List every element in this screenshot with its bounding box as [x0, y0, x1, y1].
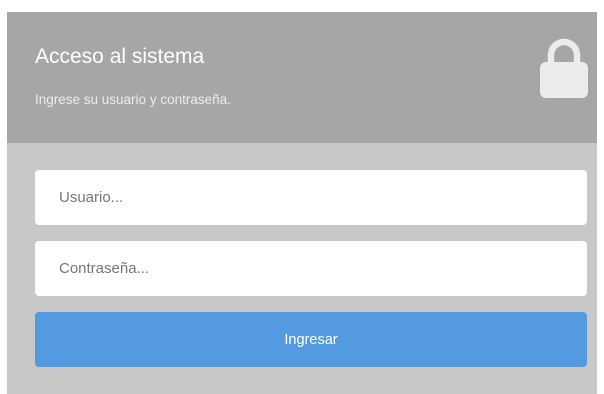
- lock-icon: [540, 38, 588, 98]
- login-subtitle: Ingrese su usuario y contraseña.: [35, 92, 231, 107]
- login-panel: Acceso al sistema Ingrese su usuario y c…: [7, 12, 597, 394]
- login-header: Acceso al sistema Ingrese su usuario y c…: [7, 12, 597, 143]
- username-input[interactable]: [35, 170, 587, 225]
- login-title: Acceso al sistema: [35, 45, 205, 68]
- login-button[interactable]: Ingresar: [35, 312, 587, 367]
- password-input[interactable]: [35, 241, 587, 296]
- login-form: Ingresar: [7, 143, 597, 394]
